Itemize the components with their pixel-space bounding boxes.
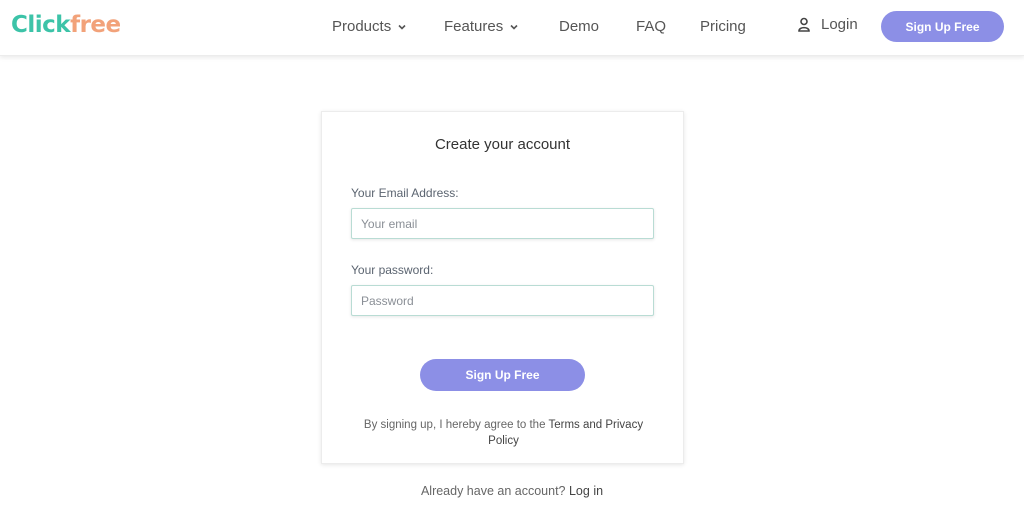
signup-button-header[interactable]: Sign Up Free [881, 11, 1004, 42]
brand-logo-part1: Click [11, 12, 71, 38]
signup-card: Create your account Your Email Address: … [321, 111, 684, 464]
nav-features-label: Features [444, 18, 504, 35]
top-navbar: Clickfree Products Features Demo FAQ Pri… [0, 0, 1024, 56]
nav-products[interactable]: Products [332, 18, 407, 35]
chevron-down-icon [510, 24, 518, 30]
email-input[interactable] [351, 208, 654, 239]
brand-logo-part2: free [70, 12, 121, 38]
signup-submit-button[interactable]: Sign Up Free [420, 359, 585, 391]
nav-login-label: Login [821, 16, 858, 33]
nav-demo[interactable]: Demo [559, 18, 599, 35]
nav-faq[interactable]: FAQ [636, 18, 666, 35]
nav-products-label: Products [332, 18, 392, 35]
email-label: Your Email Address: [351, 186, 459, 200]
brand-logo[interactable]: Clickfree [11, 12, 121, 38]
login-link[interactable]: Log in [569, 484, 603, 498]
terms-prefix: By signing up, I hereby agree to the [363, 419, 546, 431]
login-prompt: Already have an account? Log in [0, 484, 1024, 498]
password-label: Your password: [351, 263, 434, 277]
terms-text: By signing up, I hereby agree to the Ter… [352, 417, 655, 449]
form-title: Create your account [434, 136, 571, 153]
chevron-down-icon [398, 24, 406, 30]
login-prompt-text: Already have an account? [420, 484, 566, 498]
user-icon [798, 17, 810, 32]
nav-features[interactable]: Features [444, 18, 519, 35]
password-input[interactable] [351, 285, 654, 316]
nav-login[interactable]: Login [797, 16, 858, 33]
nav-pricing[interactable]: Pricing [700, 18, 746, 35]
